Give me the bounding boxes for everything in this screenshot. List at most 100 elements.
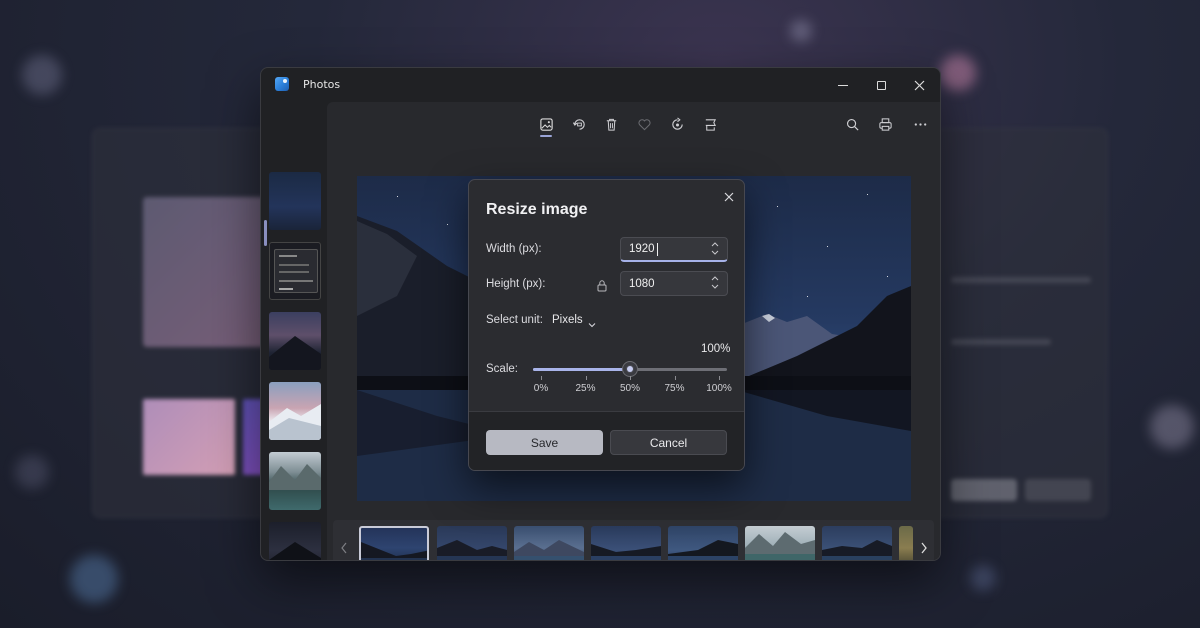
left-thumbnail[interactable] (269, 242, 321, 300)
dialog-title: Resize image (486, 201, 588, 218)
crop-button[interactable] (697, 111, 723, 137)
chevron-right-icon (921, 542, 927, 554)
dialog-footer: Save Cancel (469, 411, 744, 470)
search-button[interactable] (839, 111, 865, 137)
previous-button[interactable] (335, 538, 353, 558)
scale-slider-fill (533, 368, 630, 371)
left-filmstrip (261, 102, 327, 560)
close-icon (724, 192, 734, 202)
background-bar (951, 277, 1091, 283)
scale-label: Scale: (486, 363, 518, 375)
dialog-close-button[interactable] (719, 187, 739, 207)
background-bokeh (22, 55, 62, 95)
left-thumbnail[interactable] (269, 172, 321, 230)
background-bokeh (940, 55, 976, 91)
selection-indicator (264, 220, 267, 246)
left-thumbnail[interactable] (269, 382, 321, 440)
save-button[interactable]: Save (486, 430, 603, 455)
filmstrip-thumbnail[interactable] (668, 526, 738, 560)
lock-icon (597, 280, 607, 292)
favorite-icon (638, 118, 650, 130)
unit-dropdown[interactable]: Pixels (552, 314, 583, 326)
height-label: Height (px): (486, 278, 546, 290)
width-input[interactable]: 1920 (620, 237, 728, 262)
rotate-button[interactable] (566, 111, 592, 137)
edit-icon (671, 117, 683, 130)
mini-line (279, 288, 293, 290)
scale-tick (719, 376, 720, 380)
background-button (951, 479, 1017, 501)
width-spinner[interactable] (709, 240, 721, 260)
filmstrip-thumbnail[interactable] (514, 526, 584, 560)
left-thumbnail[interactable] (269, 312, 321, 370)
scale-value: 100% (701, 343, 731, 355)
width-value: 1920 (629, 243, 655, 255)
image-view-icon (539, 117, 553, 131)
crop-icon (705, 118, 716, 131)
maximize-icon (876, 80, 886, 90)
mini-dialog-preview (274, 249, 318, 293)
next-button[interactable] (915, 538, 933, 558)
background-bokeh (15, 455, 49, 489)
filmstrip-thumbnail[interactable] (822, 526, 892, 560)
close-window-button[interactable] (899, 72, 939, 98)
delete-icon (606, 118, 616, 131)
background-bokeh (970, 565, 996, 591)
filmstrip-thumbnail[interactable] (745, 526, 815, 560)
title-bar: Photos (261, 68, 940, 102)
background-button (1025, 479, 1091, 501)
mini-line (279, 255, 297, 257)
chevron-down-icon (711, 250, 719, 255)
filmstrip-thumbnail[interactable] (359, 526, 429, 560)
chevron-up-icon (711, 242, 719, 247)
background-bokeh (70, 555, 118, 603)
scale-tick-label: 0% (533, 383, 549, 394)
lock-aspect-ratio-button[interactable] (596, 277, 610, 292)
minimize-icon (838, 84, 848, 86)
cancel-button[interactable]: Cancel (610, 430, 727, 455)
background-bar (951, 339, 1051, 345)
more-icon (914, 122, 926, 126)
height-spinner[interactable] (709, 274, 721, 294)
favorite-button[interactable] (631, 111, 657, 137)
more-options-button[interactable] (907, 111, 933, 137)
bottom-filmstrip (333, 520, 934, 560)
photos-app-icon (275, 77, 289, 91)
unit-label: Select unit: (486, 314, 543, 326)
scale-slider-thumb[interactable] (623, 362, 637, 376)
maximize-button[interactable] (861, 72, 901, 98)
filmstrip-thumbnail[interactable] (591, 526, 661, 560)
mini-line (279, 264, 309, 266)
scale-tick (541, 376, 542, 380)
close-icon (914, 80, 924, 90)
minimize-button[interactable] (823, 72, 863, 98)
print-icon (878, 117, 892, 131)
filmstrip-thumbnail[interactable] (899, 526, 913, 560)
scale-tick-label: 100% (706, 383, 732, 394)
active-tab-indicator (540, 135, 552, 137)
unit-dropdown-toggle[interactable] (587, 315, 599, 328)
filmstrip-thumbnail[interactable] (437, 526, 507, 560)
scale-tick (630, 376, 631, 380)
left-thumbnail[interactable] (269, 452, 321, 510)
scale-tick (674, 376, 676, 380)
width-label: Width (px): (486, 243, 542, 255)
height-value: 1080 (629, 277, 655, 290)
edit-button[interactable] (664, 111, 690, 137)
text-cursor (656, 242, 658, 256)
scale-tick (585, 376, 587, 380)
background-bokeh (1150, 405, 1194, 449)
chevron-up-icon (711, 276, 719, 281)
delete-button[interactable] (598, 111, 624, 137)
left-thumbnail[interactable] (269, 522, 321, 560)
print-button[interactable] (872, 111, 898, 137)
background-bokeh (790, 20, 812, 42)
chevron-down-icon (711, 284, 719, 289)
search-icon (846, 118, 859, 131)
rotate-icon (572, 118, 585, 130)
mini-line (279, 280, 313, 282)
height-input[interactable]: 1080 (620, 271, 728, 296)
image-view-button[interactable] (533, 111, 559, 137)
scale-tick-label: 25% (575, 383, 596, 394)
mini-line (279, 271, 309, 273)
